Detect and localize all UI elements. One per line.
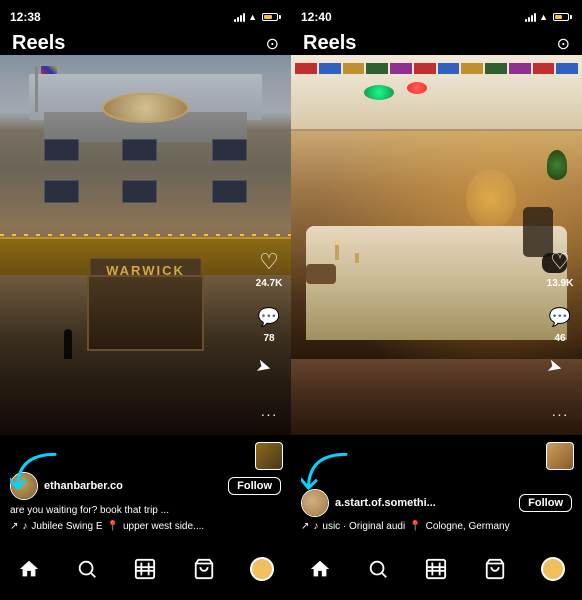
- status-icons-left: ▲: [234, 12, 281, 22]
- bottom-nav-right: [291, 545, 582, 600]
- nav-shop-left[interactable]: [186, 551, 222, 587]
- reels-title-left: Reels: [12, 32, 65, 55]
- music-note-right: ♪: [313, 521, 318, 532]
- side-actions-right: ♡ 13.9K 💬 46 ➤ ···: [546, 248, 574, 470]
- nav-profile-right[interactable]: [535, 551, 571, 587]
- heart-icon-left: ♡: [255, 248, 283, 276]
- share-button-left[interactable]: ➤: [255, 358, 283, 386]
- like-count-right: 13.9K: [547, 278, 574, 289]
- heart-icon-right: ♡: [546, 248, 574, 276]
- battery-right: [553, 13, 572, 21]
- right-phone: 12:40 ▲ Reels ⊙ ♡ 13.9K: [291, 0, 582, 600]
- time-right: 12:40: [301, 10, 332, 24]
- nav-home-right[interactable]: [302, 551, 338, 587]
- share-icon-left: ➤: [252, 355, 286, 389]
- status-bar-left: 12:38 ▲: [0, 0, 291, 28]
- more-icon-left: ···: [255, 400, 283, 428]
- status-bar-right: 12:40 ▲: [291, 0, 582, 28]
- share-button-right[interactable]: ➤: [546, 358, 574, 386]
- follow-button-left[interactable]: Follow: [228, 477, 281, 495]
- comment-icon-left: 💬: [255, 303, 283, 331]
- nav-shop-right[interactable]: [477, 551, 513, 587]
- nav-search-left[interactable]: [69, 551, 105, 587]
- arrow-annotation-left: [10, 450, 70, 505]
- status-icons-right: ▲: [525, 12, 572, 22]
- header-left: Reels ⊙: [0, 28, 291, 59]
- music-row-right: ↗ ♪ usic · Original audi 📍 Cologne, Germ…: [301, 521, 572, 532]
- arrow-annotation-right: [301, 450, 361, 505]
- wifi-left: ▲: [248, 12, 257, 22]
- like-button-left[interactable]: ♡ 24.7K: [255, 248, 283, 289]
- share-icon-right: ➤: [543, 355, 577, 389]
- thumbnail-right: [546, 442, 574, 470]
- battery-left: [262, 13, 281, 21]
- location-text-left: upper west side....: [123, 521, 204, 532]
- more-icon-right: ···: [546, 400, 574, 428]
- comment-button-left[interactable]: 💬 78: [255, 303, 283, 344]
- nav-profile-left[interactable]: [244, 551, 280, 587]
- location-text-right: Cologne, Germany: [426, 521, 510, 532]
- camera-icon-left[interactable]: ⊙: [266, 34, 279, 54]
- music-name-right: usic · Original audi: [322, 521, 405, 532]
- arrow-icon-right: ↗: [301, 521, 309, 532]
- username-left: ethanbarber.co: [44, 480, 222, 492]
- wifi-right: ▲: [539, 12, 548, 22]
- comment-icon-right: 💬: [546, 303, 574, 331]
- bottom-nav-left: [0, 545, 291, 600]
- like-count-left: 24.7K: [256, 278, 283, 289]
- signal-left: [234, 13, 245, 22]
- more-button-right[interactable]: ···: [546, 400, 574, 428]
- music-note-left: ♪: [22, 521, 27, 532]
- comment-count-right: 46: [554, 333, 565, 344]
- nav-reels-left[interactable]: [127, 551, 163, 587]
- camera-icon-right[interactable]: ⊙: [557, 34, 570, 54]
- location-pin-right: 📍: [409, 521, 421, 532]
- nav-reels-right[interactable]: [418, 551, 454, 587]
- reels-title-right: Reels: [303, 32, 356, 55]
- nav-home-left[interactable]: [11, 551, 47, 587]
- side-actions-left: ♡ 24.7K 💬 78 ➤ ···: [255, 248, 283, 470]
- comment-button-right[interactable]: 💬 46: [546, 303, 574, 344]
- signal-right: [525, 13, 536, 22]
- arrow-icon-left: ↗: [10, 521, 18, 532]
- nav-search-right[interactable]: [360, 551, 396, 587]
- like-button-right[interactable]: ♡ 13.9K: [546, 248, 574, 289]
- time-left: 12:38: [10, 10, 41, 24]
- music-row-left: ↗ ♪ Jubilee Swing E 📍 upper west side...…: [10, 521, 281, 532]
- caption-left: are you waiting for? book that trip ...: [10, 504, 281, 517]
- left-phone: WARWICK 12:38 ▲ R: [0, 0, 291, 600]
- username-right: a.start.of.somethi...: [335, 497, 513, 509]
- follow-button-right[interactable]: Follow: [519, 494, 572, 512]
- header-right: Reels ⊙: [291, 28, 582, 59]
- more-button-left[interactable]: ···: [255, 400, 283, 428]
- music-name-left: Jubilee Swing E: [31, 521, 102, 532]
- comment-count-left: 78: [263, 333, 274, 344]
- location-dot-left: 📍: [107, 521, 119, 532]
